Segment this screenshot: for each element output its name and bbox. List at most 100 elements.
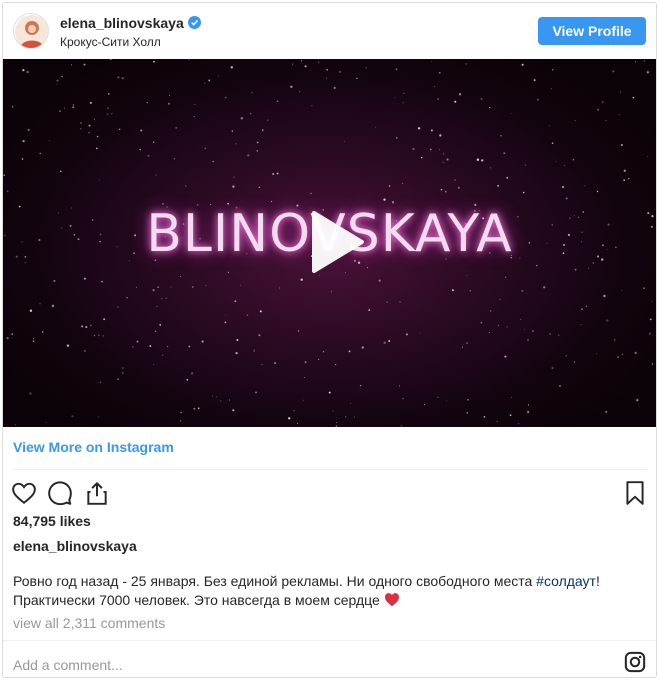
star-dot [466, 275, 468, 277]
avatar[interactable] [13, 13, 49, 49]
star-dot [353, 416, 355, 418]
star-dot [22, 68, 25, 72]
star-dot [643, 60, 645, 62]
star-dot [444, 190, 447, 193]
caption-username[interactable]: elena_blinovskaya [13, 538, 137, 554]
star-dot [45, 422, 47, 424]
star-dot [53, 279, 56, 282]
star-dot [526, 338, 530, 341]
view-more-link[interactable]: View More on Instagram [13, 439, 174, 455]
star-dot [551, 69, 554, 71]
star-dot [278, 287, 281, 289]
star-dot [56, 83, 58, 85]
star-dot [490, 310, 492, 312]
star-dot [391, 201, 395, 204]
star-dot [536, 264, 538, 267]
username-text[interactable]: elena_blinovskaya [60, 15, 184, 31]
star-dot [49, 140, 51, 142]
play-icon[interactable] [300, 207, 370, 277]
star-dot [596, 190, 599, 193]
heart-icon[interactable] [11, 480, 37, 506]
star-dot [388, 340, 391, 342]
star-dot [466, 342, 469, 345]
share-icon[interactable] [84, 480, 110, 506]
star-dot [121, 77, 124, 80]
comment-icon[interactable] [47, 480, 73, 506]
star-dot [93, 118, 95, 120]
star-dot [167, 345, 169, 348]
star-dot [430, 129, 433, 132]
star-dot [304, 377, 306, 379]
star-dot [417, 127, 421, 130]
star-dot [11, 333, 13, 335]
star-dot [276, 100, 279, 103]
star-dot [621, 353, 624, 356]
star-dot [521, 63, 524, 66]
star-dot [101, 280, 103, 283]
instagram-embed-card: elena_blinovskaya Крокус-Сити Холл View … [2, 2, 657, 678]
likes-count[interactable]: 84,795 likes [13, 513, 91, 529]
star-dot [311, 105, 313, 107]
star-dot [162, 354, 164, 356]
star-dot [111, 113, 113, 115]
star-dot [623, 169, 626, 172]
star-dot [168, 95, 170, 96]
star-dot [154, 330, 157, 332]
star-dot [310, 192, 312, 195]
star-dot [258, 334, 261, 337]
star-dot [617, 356, 620, 359]
star-dot [300, 60, 303, 62]
star-dot [359, 385, 362, 387]
star-dot [537, 99, 539, 101]
view-profile-button[interactable]: View Profile [538, 17, 646, 45]
star-dot [489, 167, 492, 169]
star-dot [521, 289, 524, 292]
star-dot [527, 404, 530, 406]
star-dot [155, 174, 157, 176]
star-dot [205, 285, 207, 286]
view-all-comments-link[interactable]: view all 2,311 comments [13, 615, 165, 631]
star-dot [173, 158, 175, 160]
video-media[interactable]: BLINOVSKAYA [3, 59, 656, 427]
hashtag-link[interactable]: #солдаут [536, 573, 596, 589]
star-dot [580, 324, 582, 326]
location-link[interactable]: Крокус-Сити Холл [60, 35, 161, 49]
username[interactable]: elena_blinovskaya [60, 15, 201, 31]
star-dot [480, 97, 483, 100]
star-dot [119, 128, 121, 131]
star-dot [510, 112, 512, 114]
star-dot [98, 334, 100, 336]
star-dot [326, 68, 328, 71]
star-dot [193, 407, 196, 410]
star-dot [175, 127, 178, 129]
star-dot [575, 120, 577, 121]
star-dot [489, 106, 491, 109]
star-dot [480, 321, 483, 324]
caption-line1-end: ! [595, 573, 600, 589]
add-comment-input[interactable]: Add a comment... [13, 657, 123, 673]
star-dot [302, 399, 304, 401]
star-dot [565, 355, 567, 357]
star-dot [276, 172, 279, 175]
star-dot [436, 97, 440, 101]
star-dot [503, 152, 506, 155]
star-dot [506, 176, 509, 179]
instagram-logo-icon[interactable] [624, 651, 646, 673]
star-dot [32, 340, 35, 342]
star-dot [648, 332, 652, 335]
star-dot [499, 298, 501, 300]
star-dot [318, 61, 320, 63]
star-dot [580, 308, 583, 311]
bookmark-icon[interactable] [622, 480, 648, 506]
star-dot [29, 309, 33, 312]
star-dot [524, 164, 526, 166]
verified-badge-icon [187, 16, 201, 29]
star-dot [386, 301, 388, 303]
star-dot [152, 364, 155, 366]
star-dot [107, 93, 110, 95]
star-dot [117, 306, 119, 308]
star-dot [193, 115, 195, 117]
star-dot [157, 286, 159, 289]
star-dot [322, 351, 325, 353]
star-dot [88, 131, 90, 134]
